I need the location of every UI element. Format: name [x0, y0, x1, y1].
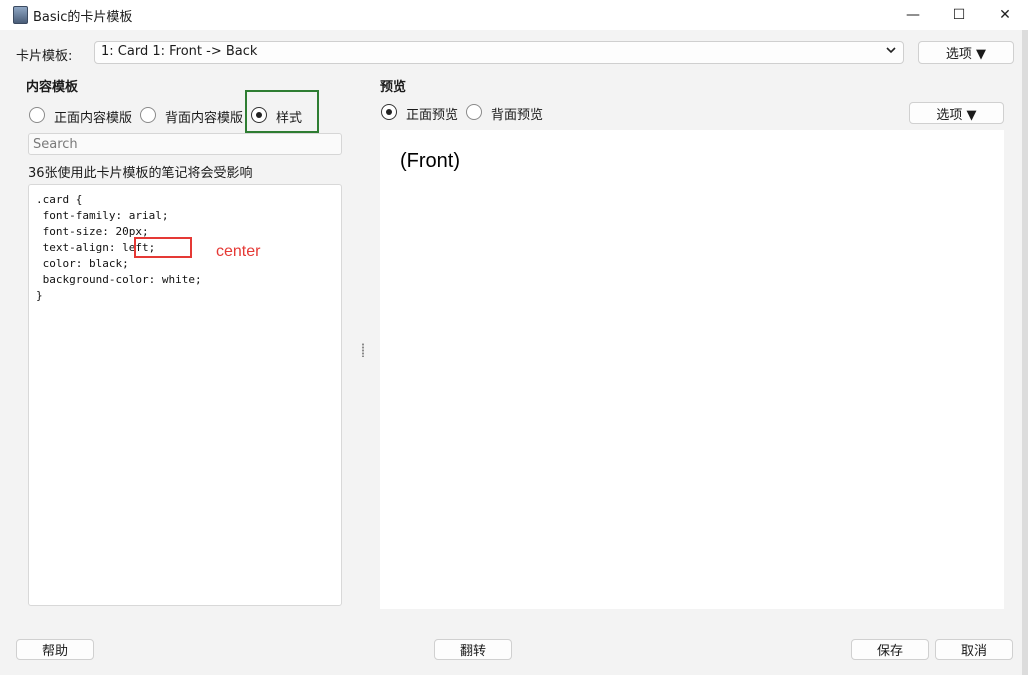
radio-back-template-label[interactable]: 背面内容模版 [165, 107, 243, 126]
search-input[interactable] [28, 133, 342, 155]
radio-back-template[interactable] [140, 107, 156, 123]
title-bar: Basic的卡片模板 — ☐ ✕ [0, 0, 1028, 30]
close-button[interactable]: ✕ [982, 0, 1028, 30]
annotation-highlight-left [134, 237, 192, 258]
preview-front-text: (Front) [400, 150, 460, 172]
radio-front-template[interactable] [29, 107, 45, 123]
preview-pane: (Front) [380, 130, 1004, 609]
help-button[interactable]: 帮助 [16, 639, 94, 660]
splitter-handle[interactable] [361, 343, 365, 357]
radio-front-template-label[interactable]: 正面内容模版 [54, 107, 132, 126]
window-edge [1022, 30, 1028, 675]
radio-back-preview-label[interactable]: 背面预览 [491, 104, 543, 123]
code-line: .card { [36, 193, 83, 206]
template-options-button[interactable]: 选项 ▼ [918, 41, 1014, 64]
radio-back-preview[interactable] [466, 104, 482, 120]
annotation-note: center [216, 243, 261, 260]
usage-note: 36张使用此卡片模板的笔记将会受影响 [28, 166, 253, 181]
template-label: 卡片模板: [16, 49, 73, 64]
code-line: color: black; [36, 257, 129, 270]
code-line: } [36, 289, 43, 302]
app-icon [13, 6, 28, 24]
flip-button[interactable]: 翻转 [434, 639, 512, 660]
code-line: background-color: white; [36, 273, 202, 286]
content-template-heading: 内容模板 [26, 80, 79, 95]
template-select[interactable]: 1: Card 1: Front -> Back [94, 41, 904, 64]
window-title: Basic的卡片模板 [33, 10, 133, 25]
code-line: font-size: 20px; [36, 225, 149, 238]
preview-options-button[interactable]: 选项 ▼ [909, 102, 1004, 124]
preview-heading: 预览 [380, 80, 407, 95]
radio-front-preview[interactable] [381, 104, 397, 120]
cancel-button[interactable]: 取消 [935, 639, 1013, 660]
radio-front-preview-label[interactable]: 正面预览 [406, 104, 458, 123]
save-button[interactable]: 保存 [851, 639, 929, 660]
maximize-button[interactable]: ☐ [936, 0, 982, 30]
template-select-value: 1: Card 1: Front -> Back [101, 44, 258, 59]
minimize-button[interactable]: — [890, 0, 936, 30]
chevron-down-icon [885, 44, 897, 59]
code-line: font-family: arial; [36, 209, 169, 222]
annotation-highlight-styling [245, 90, 319, 133]
